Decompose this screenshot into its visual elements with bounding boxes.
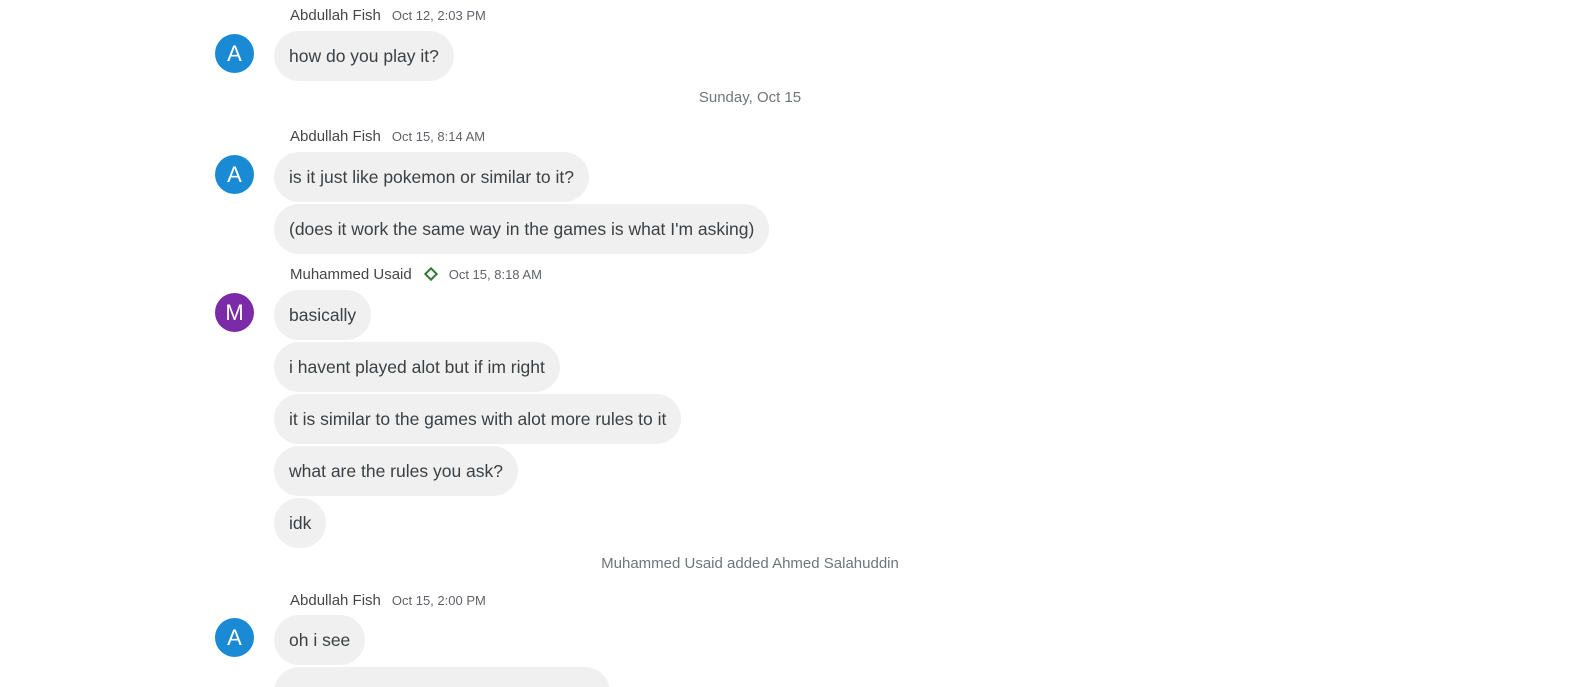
message-timestamp: Oct 15, 2:00 PM (391, 592, 486, 608)
message-header: Abdullah Fish Oct 15, 8:14 AM (290, 126, 485, 146)
diamond-outline-icon (423, 266, 438, 282)
message-bubble[interactable]: i havent played alot but if im right (274, 342, 560, 392)
sender-name: Abdullah Fish (290, 6, 381, 24)
message-bubble[interactable]: (does it work the same way in the games … (274, 204, 770, 254)
message-timestamp: Oct 12, 2:03 PM (391, 7, 486, 23)
avatar[interactable]: M (215, 293, 254, 332)
date-divider: Sunday, Oct 15 (698, 89, 802, 106)
sender-name: Abdullah Fish (290, 127, 381, 145)
chat-message-list: Abdullah Fish Oct 12, 2:03 PM A how do y… (0, 0, 1573, 687)
message-bubble[interactable]: basically (274, 290, 372, 340)
message-header: Muhammed Usaid Oct 15, 8:18 AM (290, 264, 542, 284)
avatar[interactable]: A (215, 618, 254, 657)
sender-name: Muhammed Usaid (290, 265, 412, 283)
message-header: Abdullah Fish Oct 12, 2:03 PM (290, 5, 486, 25)
sender-name: Abdullah Fish (290, 591, 381, 609)
avatar[interactable]: A (215, 155, 254, 194)
message-bubble[interactable]: is it just like pokemon or similar to it… (274, 152, 589, 202)
message-bubble[interactable]: what are the rules you ask? (274, 446, 519, 496)
message-bubble[interactable]: idk (274, 498, 327, 548)
message-timestamp: Oct 15, 8:18 AM (448, 266, 542, 282)
message-header: Abdullah Fish Oct 15, 2:00 PM (290, 590, 486, 610)
message-bubble-partial[interactable] (274, 667, 610, 687)
avatar[interactable]: A (215, 34, 254, 73)
message-timestamp: Oct 15, 8:14 AM (391, 128, 486, 144)
message-bubble[interactable]: oh i see (274, 615, 366, 665)
message-bubble[interactable]: how do you play it? (274, 31, 454, 81)
system-event: Muhammed Usaid added Ahmed Salahuddin (601, 555, 899, 572)
message-bubble[interactable]: it is similar to the games with alot mor… (274, 394, 682, 444)
